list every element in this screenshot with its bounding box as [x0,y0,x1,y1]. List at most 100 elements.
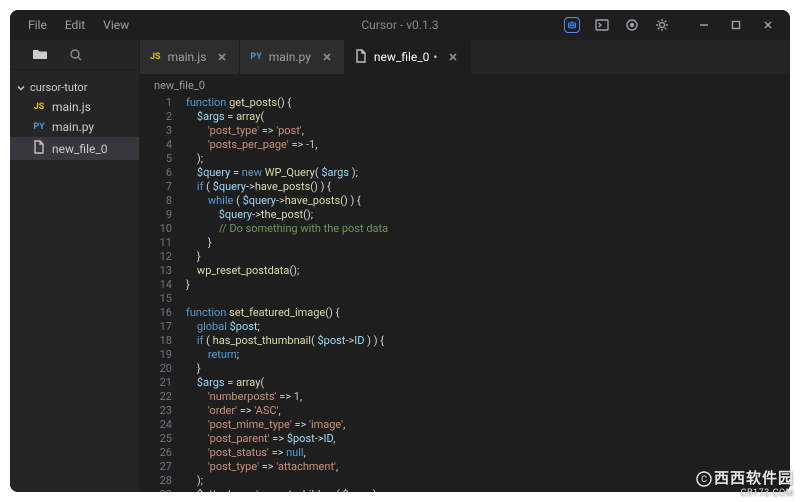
code-line[interactable]: return; [186,348,790,362]
code-line[interactable]: 'post_mime_type' => 'image', [186,418,790,432]
titlebar-right [564,15,780,35]
line-number: 1 [140,96,172,110]
code-line[interactable]: 'post_type' => 'attachment', [186,460,790,474]
menu-file[interactable]: File [20,15,55,35]
root-label: cursor-tutor [30,81,87,94]
code-line[interactable]: 'posts_per_page' => -1, [186,138,790,152]
code-line[interactable]: } [186,236,790,250]
tab-main-py[interactable]: PYmain.py [240,40,345,74]
code-line[interactable]: $query->the_post(); [186,208,790,222]
line-number: 5 [140,152,172,166]
tree-item-main-py[interactable]: PY main.py [10,117,139,137]
editor-area: JSmain.jsPYmain.pynew_file_0 • new_file_… [140,40,790,492]
tree-root[interactable]: cursor-tutor [10,78,139,97]
code-line[interactable]: 'order' => 'ASC', [186,404,790,418]
tree-item-new_file_0[interactable]: new_file_0 [10,137,139,160]
code-line[interactable]: 'post_parent' => $post->ID, [186,432,790,446]
code-content[interactable]: function get_posts() { $args = array( 'p… [186,96,790,492]
robot-icon[interactable] [564,17,580,33]
line-number: 13 [140,264,172,278]
file-tree: cursor-tutor JSmain.js PY main.py new_file_… [10,70,139,160]
line-number: 17 [140,320,172,334]
line-number: 20 [140,362,172,376]
code-line[interactable]: if ( $query->have_posts() ) { [186,180,790,194]
line-number: 22 [140,390,172,404]
file-icon [32,140,46,157]
line-number: 25 [140,432,172,446]
code-line[interactable]: ); [186,474,790,488]
line-gutter: 1234567891011121314151617181920212223242… [140,96,186,492]
code-line[interactable]: if ( has_post_thumbnail( $post->ID ) ) { [186,334,790,348]
line-number: 7 [140,180,172,194]
code-line[interactable]: ); [186,152,790,166]
line-number: 3 [140,124,172,138]
menu-bar: File Edit View [20,15,137,35]
tab-new_file_0[interactable]: new_file_0 • [345,40,472,74]
line-number: 6 [140,166,172,180]
search-icon[interactable] [68,47,84,63]
sidebar-tabs [10,40,139,70]
py-badge: PY [250,52,261,62]
code-line[interactable]: wp_reset_postdata(); [186,264,790,278]
py-badge: PY [32,122,46,132]
code-line[interactable]: $query = new WP_Query( $args ); [186,166,790,180]
code-line[interactable]: function set_featured_image() { [186,306,790,320]
line-number: 2 [140,110,172,124]
main-body: cursor-tutor JSmain.jsPYmain.pynew_file_… [10,40,790,492]
line-number: 10 [140,222,172,236]
tab-label: main.js [168,50,207,64]
titlebar: File Edit View Cursor - v0.1.3 [10,10,790,40]
code-line[interactable]: $args = array( [186,376,790,390]
code-line[interactable]: 'post_status' => null, [186,446,790,460]
line-number: 14 [140,278,172,292]
code-line[interactable]: global $post; [186,320,790,334]
tree-item-main-js[interactable]: JSmain.js [10,97,139,117]
line-number: 4 [140,138,172,152]
line-number: 15 [140,292,172,306]
window-controls [692,15,780,35]
js-badge: JS [32,102,46,112]
line-number: 21 [140,376,172,390]
close-icon[interactable] [320,50,334,64]
tab-main-js[interactable]: JSmain.js [140,40,240,74]
close-button[interactable] [756,15,780,35]
code-line[interactable]: $attachments = get_children( $args ); [186,488,790,492]
menu-view[interactable]: View [95,15,137,35]
file-icon [355,49,367,66]
line-number: 27 [140,460,172,474]
terminal-icon[interactable] [594,17,610,33]
code-line[interactable]: $args = array( [186,110,790,124]
code-line[interactable]: function get_posts() { [186,96,790,110]
minimize-button[interactable] [692,15,716,35]
code-line[interactable]: 'post_type' => 'post', [186,124,790,138]
close-icon[interactable] [446,50,460,64]
files-icon[interactable] [32,47,48,63]
file-label: new_file_0 [52,142,108,156]
line-number: 11 [140,236,172,250]
code-editor[interactable]: 1234567891011121314151617181920212223242… [140,96,790,492]
code-line[interactable]: // Do something with the post data [186,222,790,236]
line-number: 9 [140,208,172,222]
menu-edit[interactable]: Edit [57,15,93,35]
code-line[interactable] [186,292,790,306]
line-number: 24 [140,418,172,432]
tab-label: new_file_0 [374,50,430,64]
record-icon[interactable] [624,17,640,33]
code-line[interactable]: } [186,250,790,264]
close-icon[interactable] [215,50,229,64]
line-number: 23 [140,404,172,418]
maximize-button[interactable] [724,15,748,35]
chevron-down-icon [16,83,26,93]
line-number: 28 [140,474,172,488]
code-line[interactable]: 'numberposts' => 1, [186,390,790,404]
line-number: 29 [140,488,172,492]
window-title: Cursor - v0.1.3 [361,18,438,32]
code-line[interactable]: while ( $query->have_posts() ) { [186,194,790,208]
editor-tabs: JSmain.jsPYmain.pynew_file_0 • [140,40,790,74]
gear-icon[interactable] [654,17,670,33]
code-line[interactable]: } [186,362,790,376]
code-line[interactable]: } [186,278,790,292]
dirty-indicator: • [433,50,437,64]
breadcrumb[interactable]: new_file_0 [140,74,790,96]
file-label: main.py [52,120,94,134]
